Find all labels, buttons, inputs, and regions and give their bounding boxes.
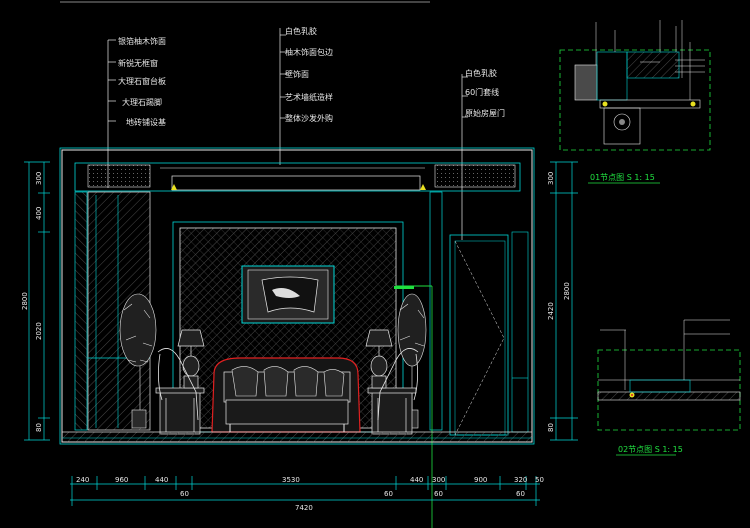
label-group-left: 银箔柚木饰面 新锐无框窗 大理石窗台板 大理石踢脚 地砖铺设基 xyxy=(118,36,166,127)
door xyxy=(449,234,509,436)
dim-left-4: 80 xyxy=(35,423,43,432)
label-left-2: 大理石窗台板 xyxy=(118,76,166,86)
dim-bottom-1: 960 xyxy=(115,476,128,484)
dim-bottom-8: 50 xyxy=(535,476,544,484)
dim-bottom-4: 440 xyxy=(410,476,423,484)
dim-left-2: 2800 xyxy=(21,292,29,310)
dim-right-3: 80 xyxy=(547,423,555,432)
side-table-right xyxy=(367,387,417,435)
dim-bottom-sub-2: 60 xyxy=(434,490,443,498)
leader-right xyxy=(461,74,468,240)
dim-total: 7420 xyxy=(295,504,313,512)
light-marker xyxy=(420,184,426,190)
detail-bottom-caption: 02节点图 S 1: 15 xyxy=(618,445,683,454)
sofa xyxy=(211,357,361,433)
dim-left-1: 400 xyxy=(35,207,43,220)
dim-bottom-sub-1: 60 xyxy=(384,490,393,498)
dim-right-0: 300 xyxy=(547,172,555,185)
dimensions-right xyxy=(550,161,578,441)
dim-bottom-sub-3: 60 xyxy=(516,490,525,498)
label-center-3: 艺术墙纸造样 xyxy=(285,92,333,102)
dim-bottom-5: 300 xyxy=(432,476,445,484)
label-center-4: 整体沙发外购 xyxy=(285,113,333,123)
dimensions-bottom xyxy=(70,476,540,506)
cad-elevation-drawing: 银箔柚木饰面 新锐无框窗 大理石窗台板 大理石踢脚 地砖铺设基 白色乳胶 柚木饰… xyxy=(21,1,741,528)
dim-bottom-0: 240 xyxy=(76,476,89,484)
dim-right-1: 2800 xyxy=(563,282,571,300)
detail-01 xyxy=(559,20,711,151)
label-left-4: 地砖铺设基 xyxy=(126,117,166,127)
dim-bottom-3: 3530 xyxy=(282,476,300,484)
dim-bottom-2: 440 xyxy=(155,476,168,484)
label-center-2: 壁饰面 xyxy=(285,69,309,79)
dim-bottom-sub-0: 60 xyxy=(180,490,189,498)
dim-bottom-6: 900 xyxy=(474,476,487,484)
dim-right-2: 2420 xyxy=(547,302,555,320)
detail-02 xyxy=(597,319,741,431)
label-left-3: 大理石踢脚 xyxy=(122,97,162,107)
dim-bottom-7: 320 xyxy=(514,476,527,484)
detail-top-caption: 01节点图 S 1: 15 xyxy=(590,173,655,182)
label-left-0: 银箔柚木饰面 xyxy=(118,36,166,46)
label-center-0: 白色乳胶 xyxy=(285,26,317,36)
label-center-1: 柚木饰面包边 xyxy=(285,47,333,57)
label-right-2: 原始房屋门 xyxy=(465,108,505,118)
side-table-left xyxy=(155,387,205,435)
elevation xyxy=(59,147,535,528)
label-right-0: 白色乳胶 xyxy=(465,68,497,78)
dim-left-3: 2020 xyxy=(35,322,43,340)
dim-left-0: 300 xyxy=(35,172,43,185)
label-group-right: 白色乳胶 60门套线 原始房屋门 xyxy=(465,68,505,118)
label-left-1: 新锐无框窗 xyxy=(118,58,158,68)
label-right-1: 60门套线 xyxy=(465,87,499,97)
label-group-center: 白色乳胶 柚木饰面包边 壁饰面 艺术墙纸造样 整体沙发外购 xyxy=(285,26,333,123)
